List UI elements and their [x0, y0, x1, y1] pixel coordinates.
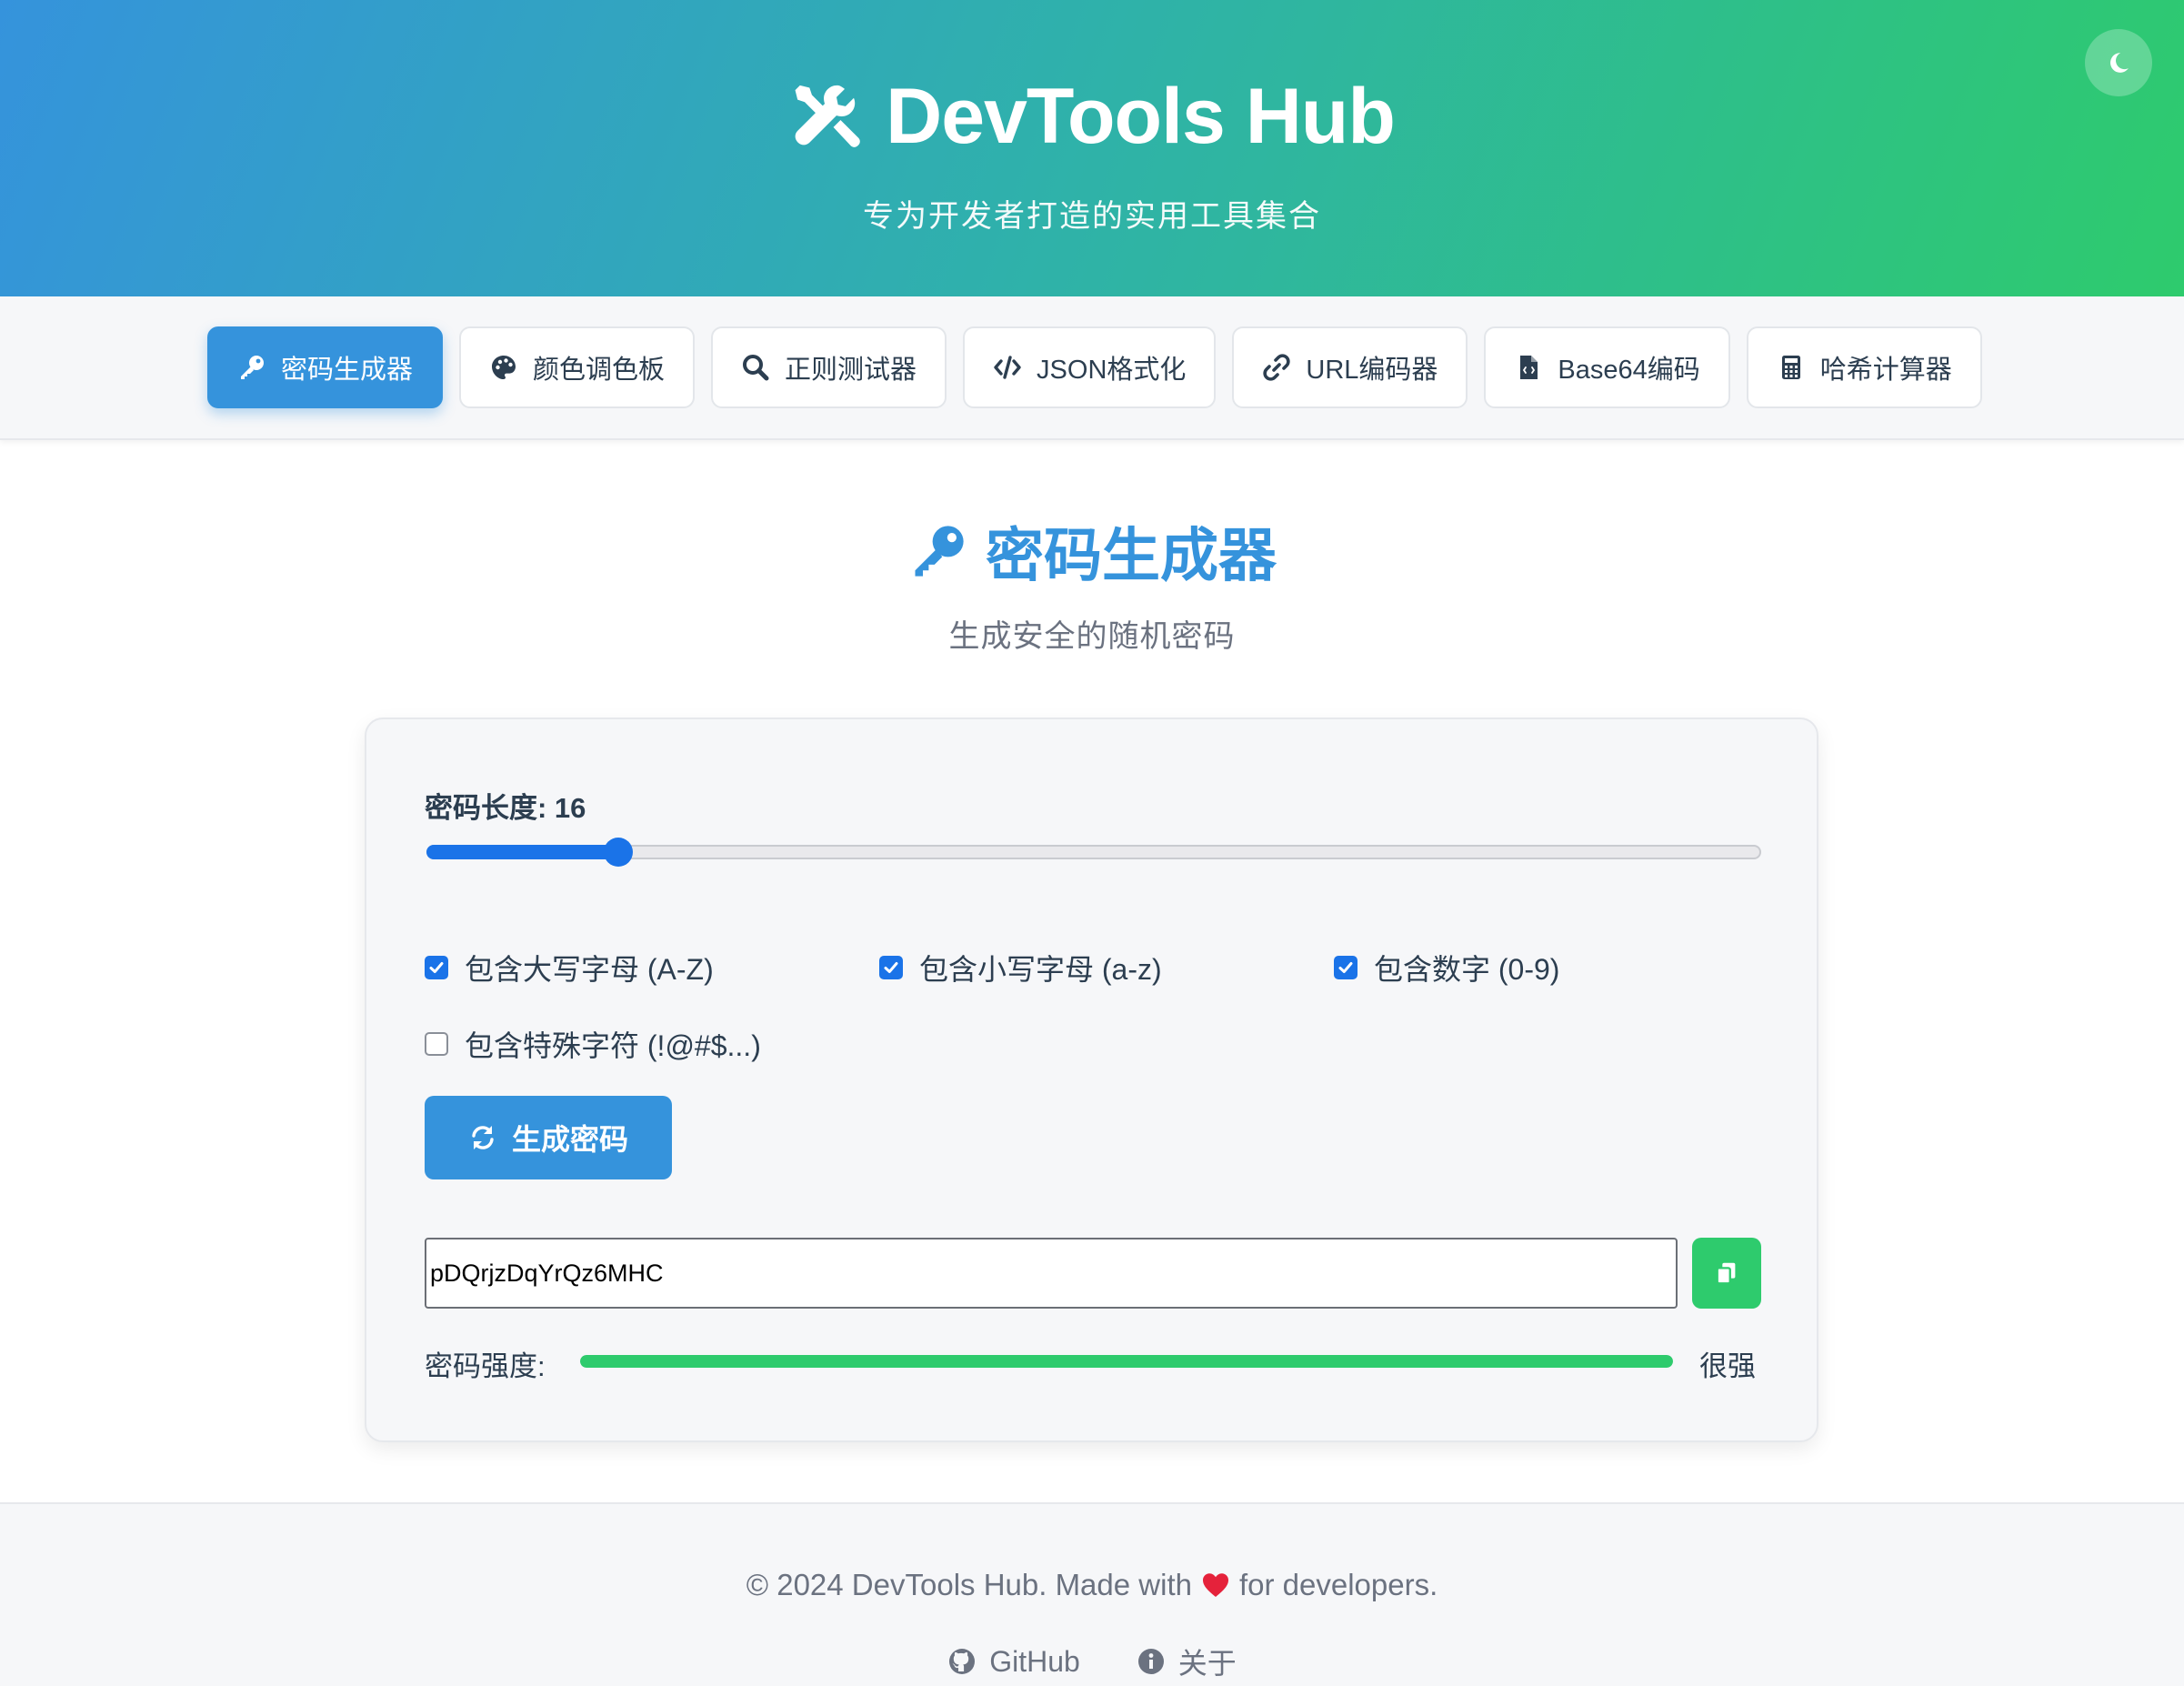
key-icon: [241, 356, 264, 379]
app-header: DevTools Hub 专为开发者打造的实用工具集合: [0, 0, 2184, 296]
tab-label: 颜色调色板: [533, 356, 666, 385]
footer-copyright: © 2024 DevTools Hub. Made with for devel…: [0, 1568, 2184, 1602]
checkbox-uppercase[interactable]: [425, 956, 448, 979]
github-icon: [949, 1649, 976, 1674]
search-icon: [743, 355, 769, 381]
checkbox-special[interactable]: [425, 1032, 448, 1056]
tab-hash-calculator[interactable]: 哈希计算器: [1746, 326, 1982, 408]
option-numbers[interactable]: 包含数字 (0-9): [1334, 947, 1559, 989]
file-code-icon: [1520, 356, 1538, 379]
copyright-text: © 2024 DevTools Hub. Made with: [746, 1568, 1192, 1601]
slider-fill: [426, 845, 620, 859]
generate-label: 生成密码: [511, 1123, 628, 1156]
tab-json-formatter[interactable]: JSON格式化: [963, 326, 1217, 408]
checkbox-numbers[interactable]: [1334, 956, 1357, 979]
github-label: GitHub: [989, 1644, 1080, 1678]
calculator-icon: [1781, 356, 1800, 379]
checkbox-lowercase[interactable]: [879, 956, 903, 979]
strength-meter: [580, 1355, 1673, 1368]
option-lowercase[interactable]: 包含小写字母 (a-z): [879, 947, 1162, 989]
app-title: DevTools Hub: [886, 73, 1396, 160]
tab-url-encoder[interactable]: URL编码器: [1232, 326, 1468, 408]
strength-label: 密码强度:: [425, 1350, 546, 1382]
tab-regex-tester[interactable]: 正则测试器: [711, 326, 947, 408]
password-output[interactable]: [425, 1238, 1678, 1309]
section-subtitle: 生成安全的随机密码: [948, 619, 1236, 654]
code-icon: [994, 356, 1021, 379]
section-title: 密码生成器: [0, 509, 2184, 593]
tab-label: 正则测试器: [785, 356, 917, 385]
tool-tabs: 密码生成器 颜色调色板 正则测试器 JSON格式化 URL编码器 Base64编…: [207, 326, 1982, 408]
length-label: 密码长度: 16: [425, 792, 586, 824]
app-footer: © 2024 DevTools Hub. Made with for devel…: [0, 1502, 2184, 1686]
info-icon: [1137, 1649, 1164, 1674]
password-generator-card: 密码长度: 16 包含大写字母 (A-Z) 包含小写字母 (a-z) 包含数字 …: [365, 718, 1818, 1442]
option-label: 包含大写字母 (A-Z): [465, 953, 714, 986]
heart-icon: [1202, 1573, 1228, 1597]
github-link[interactable]: GitHub: [947, 1641, 1080, 1682]
about-label: 关于: [1177, 1647, 1237, 1680]
moon-icon: [2110, 53, 2129, 73]
key-icon: [915, 526, 964, 577]
copyright-tail: for developers.: [1238, 1568, 1438, 1601]
tool-nav: 密码生成器 颜色调色板 正则测试器 JSON格式化 URL编码器 Base64编…: [0, 296, 2184, 440]
tab-base64-encoder[interactable]: Base64编码: [1484, 326, 1730, 408]
tab-color-palette[interactable]: 颜色调色板: [459, 326, 696, 408]
section-title-text: 密码生成器: [986, 523, 1277, 588]
tab-label: 密码生成器: [281, 356, 414, 385]
brand: DevTools Hub: [0, 71, 2184, 162]
tab-label: URL编码器: [1306, 356, 1438, 385]
tools-icon: [795, 85, 860, 147]
tab-password-generator[interactable]: 密码生成器: [207, 326, 444, 408]
option-label: 包含特殊字符 (!@#$...): [465, 1029, 761, 1062]
length-slider[interactable]: [426, 838, 1761, 867]
tab-label: 哈希计算器: [1819, 356, 1952, 385]
option-label: 包含小写字母 (a-z): [919, 953, 1162, 986]
palette-icon: [492, 356, 516, 379]
app-subtitle: 专为开发者打造的实用工具集合: [863, 199, 1321, 234]
about-link[interactable]: 关于: [1137, 1641, 1237, 1682]
strength-value: 很强: [1699, 1350, 1756, 1382]
option-special[interactable]: 包含特殊字符 (!@#$...): [425, 1023, 761, 1065]
tab-label: JSON格式化: [1037, 356, 1187, 385]
strength-meter-fill: [580, 1355, 1673, 1368]
refresh-icon: [472, 1126, 494, 1149]
option-label: 包含数字 (0-9): [1374, 953, 1560, 986]
footer-links: GitHub 关于: [0, 1641, 2184, 1682]
link-icon: [1263, 354, 1290, 381]
tab-label: Base64编码: [1558, 356, 1700, 385]
generate-password-button[interactable]: 生成密码: [425, 1096, 672, 1179]
slider-thumb[interactable]: [604, 838, 633, 867]
copy-password-button[interactable]: [1692, 1238, 1761, 1309]
option-uppercase[interactable]: 包含大写字母 (A-Z): [425, 947, 714, 989]
copy-icon: [1716, 1262, 1736, 1285]
theme-toggle-button[interactable]: [2085, 29, 2152, 96]
